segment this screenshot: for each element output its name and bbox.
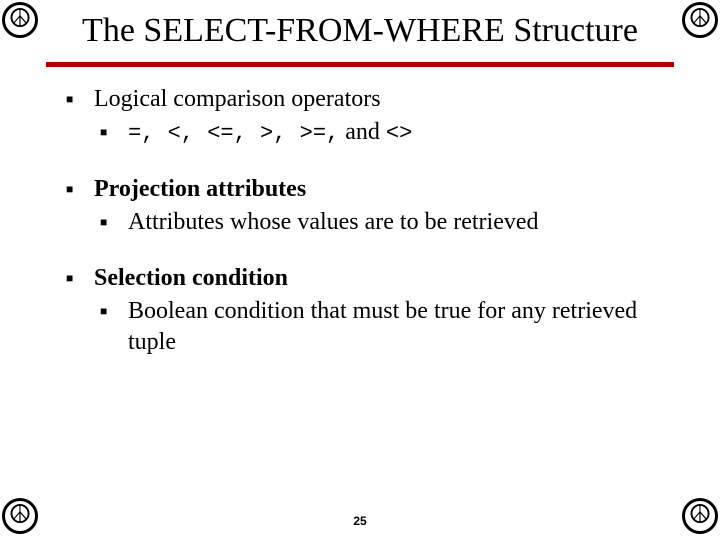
bullet-head: Selection condition (94, 265, 288, 291)
operator-text: =, <, <=, >, >=, (128, 121, 339, 146)
bullet-head: Projection attributes (94, 176, 306, 202)
bullet-item: Logical comparison operators =, <, <=, >… (60, 84, 670, 148)
sub-bullet-text: Attributes whose values are to be retrie… (128, 209, 539, 235)
title-underline (46, 62, 674, 67)
slide-body: Logical comparison operators =, <, <=, >… (60, 84, 670, 383)
sub-bullet-item: Boolean condition that must be true for … (94, 296, 670, 357)
bullet-head: Logical comparison operators (94, 86, 381, 112)
bullet-item: Selection condition Boolean condition th… (60, 263, 670, 357)
page-number: 25 (0, 514, 720, 528)
bullet-item: Projection attributes Attributes whose v… (60, 174, 670, 237)
operator-text: <> (386, 121, 412, 146)
sub-bullet-text: Boolean condition that must be true for … (128, 298, 637, 355)
sub-bullet-tail: and (339, 119, 386, 145)
slide-title: The SELECT-FROM-WHERE Structure (0, 12, 720, 50)
sub-bullet-item: Attributes whose values are to be retrie… (94, 207, 670, 238)
sub-bullet-item: =, <, <=, >, >=, and <> (94, 117, 670, 148)
